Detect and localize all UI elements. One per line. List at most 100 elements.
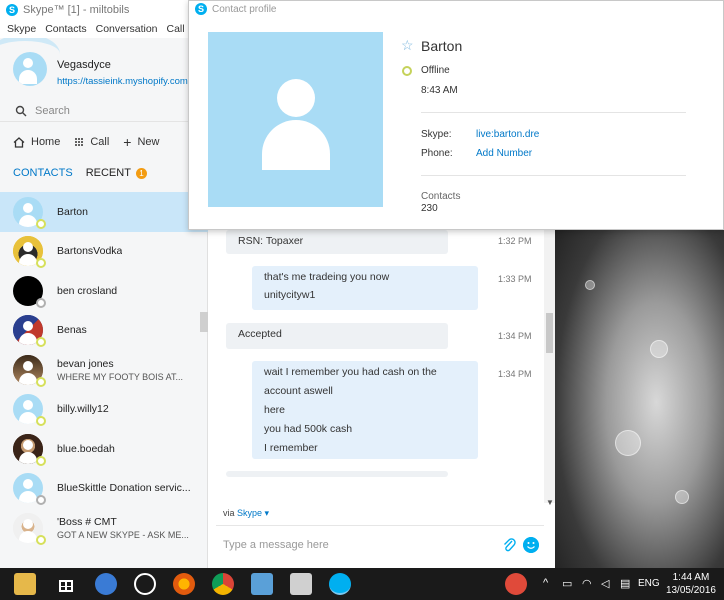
menu-contacts[interactable]: Contacts	[45, 23, 86, 35]
contact-avatar	[13, 236, 46, 269]
contact-name: 'Boss # CMT	[57, 515, 117, 528]
menu-bar: Skype Contacts Conversation Call V	[0, 20, 201, 38]
contact-name: Benas	[57, 324, 87, 337]
divider	[421, 175, 686, 176]
tab-contacts[interactable]: CONTACTS	[13, 167, 73, 179]
home-button[interactable]: Home	[13, 136, 60, 148]
window-title: Skype™ [1] - miltobils	[23, 4, 130, 16]
message-time: 1:34 PM	[498, 331, 532, 341]
divider	[421, 112, 686, 113]
water-drop	[650, 340, 668, 358]
windows-store-icon[interactable]	[55, 573, 77, 595]
contact-name: bevan jones	[57, 357, 114, 370]
message-bubble: that's me tradeing you now unitycityw1	[252, 266, 478, 310]
via-label: via	[223, 508, 235, 518]
my-name: Vegasdyce	[57, 59, 111, 71]
chevron-down-icon[interactable]: ▼	[546, 498, 554, 507]
search-bar[interactable]: Search	[0, 100, 208, 122]
contact-name: billy.willy12	[57, 403, 109, 416]
store-bag-icon	[59, 580, 73, 592]
menu-skype[interactable]: Skype	[7, 23, 36, 35]
clock-app-icon[interactable]	[134, 573, 156, 595]
menu-conversation[interactable]: Conversation	[96, 23, 158, 35]
skype-logo-icon: S	[6, 4, 18, 16]
contact-row-boss-cmt[interactable]: 'Boss # CMT GOT A NEW SKYPE - ASK ME...	[0, 508, 208, 548]
contacts-count-value: 230	[421, 203, 438, 214]
system-clock[interactable]: 1:44 AM 13/05/2016	[666, 571, 716, 597]
message-text: here	[264, 404, 286, 416]
my-avatar[interactable]	[13, 52, 47, 86]
sidebar-scrollbar[interactable]	[200, 312, 208, 332]
contact-list: Barton BartonsVodka ben crosland Benas b…	[0, 192, 208, 548]
message-time: 1:34 PM	[498, 369, 532, 379]
contacts-count-label: Contacts	[421, 191, 461, 202]
contact-row-benas[interactable]: Benas	[0, 311, 208, 351]
call-button[interactable]: Call	[74, 136, 109, 148]
message-bubble: Accepted	[226, 323, 448, 349]
water-drop	[585, 280, 595, 290]
status-away-icon	[36, 534, 46, 545]
language-indicator[interactable]: ENG	[638, 578, 660, 589]
firefox-icon[interactable]	[173, 573, 195, 595]
skype-id-value[interactable]: live:barton.dre	[476, 129, 539, 140]
message-text: unitycityw1	[264, 289, 316, 301]
clock-date: 13/05/2016	[665, 585, 716, 596]
contact-profile-local-time: 8:43 AM	[421, 85, 458, 96]
message-bubble-partial	[226, 471, 448, 477]
message-input[interactable]: Type a message here	[216, 525, 544, 563]
person-icon	[13, 52, 47, 86]
contact-name: ben crosland	[57, 284, 118, 297]
battery-icon[interactable]: ▭	[562, 577, 572, 590]
skype-taskbar-icon[interactable]	[329, 573, 351, 595]
emoticon-icon[interactable]	[523, 537, 539, 553]
my-mood-message[interactable]: https://tassieink.myshopify.com	[57, 76, 188, 87]
contact-name: BlueSkittle Donation servic...	[57, 482, 191, 495]
title-bar: S Skype™ [1] - miltobils	[0, 0, 190, 20]
tab-recent-label: RECENT	[85, 167, 131, 179]
app-icon[interactable]	[95, 573, 117, 595]
my-profile[interactable]: Vegasdyce https://tassieink.myshopify.co…	[0, 38, 208, 94]
paperclip-icon[interactable]	[502, 537, 516, 553]
scrollbar-thumb[interactable]	[546, 313, 553, 353]
file-explorer-icon[interactable]	[14, 573, 36, 595]
status-away-icon	[36, 376, 46, 387]
chrome-icon[interactable]	[212, 573, 234, 595]
menu-call[interactable]: Call	[167, 23, 185, 35]
contact-row-bevan-jones[interactable]: bevan jones WHERE MY FOOTY BOIS AT...	[0, 350, 208, 390]
tab-recent[interactable]: RECENT 1	[86, 167, 147, 179]
volume-icon[interactable]: ◁	[601, 577, 609, 590]
document-icon[interactable]	[290, 573, 312, 595]
dialpad-icon	[75, 138, 84, 146]
contact-row-barton[interactable]: Barton	[0, 192, 208, 232]
new-button[interactable]: + New	[123, 134, 160, 150]
contact-row-blue-boedah[interactable]: blue.boedah	[0, 429, 208, 469]
notepad-icon[interactable]	[251, 573, 273, 595]
chevron-up-icon[interactable]: ^	[543, 577, 548, 589]
plus-icon: +	[123, 134, 132, 150]
message-time: 1:32 PM	[498, 236, 532, 246]
skype-id-label: Skype:	[421, 129, 452, 140]
via-skype-dropdown[interactable]: Skype ▾	[237, 508, 269, 518]
contact-row-bartonsvodka[interactable]: BartonsVodka	[0, 232, 208, 272]
favorite-star-icon[interactable]: ☆	[401, 37, 414, 54]
tray-app-icon[interactable]	[505, 573, 527, 595]
contact-row-billy-willy12[interactable]: billy.willy12	[0, 390, 208, 430]
contact-avatar	[13, 473, 46, 506]
person-icon-head	[277, 79, 315, 117]
contact-row-blueskittle[interactable]: BlueSkittle Donation servic...	[0, 469, 208, 509]
status-offline-icon	[36, 297, 46, 308]
new-label: New	[137, 136, 160, 148]
desktop-wallpaper	[555, 200, 724, 568]
message-text: Accepted	[238, 328, 282, 340]
wifi-icon[interactable]: ◠	[582, 577, 592, 590]
add-number-link[interactable]: Add Number	[476, 148, 532, 159]
contact-profile-title-bar: S Contact profile	[195, 1, 276, 17]
contact-profile-window-title: Contact profile	[212, 3, 277, 15]
contact-row-ben-crosland[interactable]: ben crosland	[0, 271, 208, 311]
message-text: I remember	[264, 442, 318, 454]
contact-avatar	[13, 433, 46, 466]
contact-profile-name: Barton	[421, 38, 463, 54]
water-drop	[675, 490, 689, 504]
conversation-scrollbar[interactable]: ▼	[544, 223, 555, 507]
notification-icon[interactable]: ▤	[620, 577, 630, 590]
